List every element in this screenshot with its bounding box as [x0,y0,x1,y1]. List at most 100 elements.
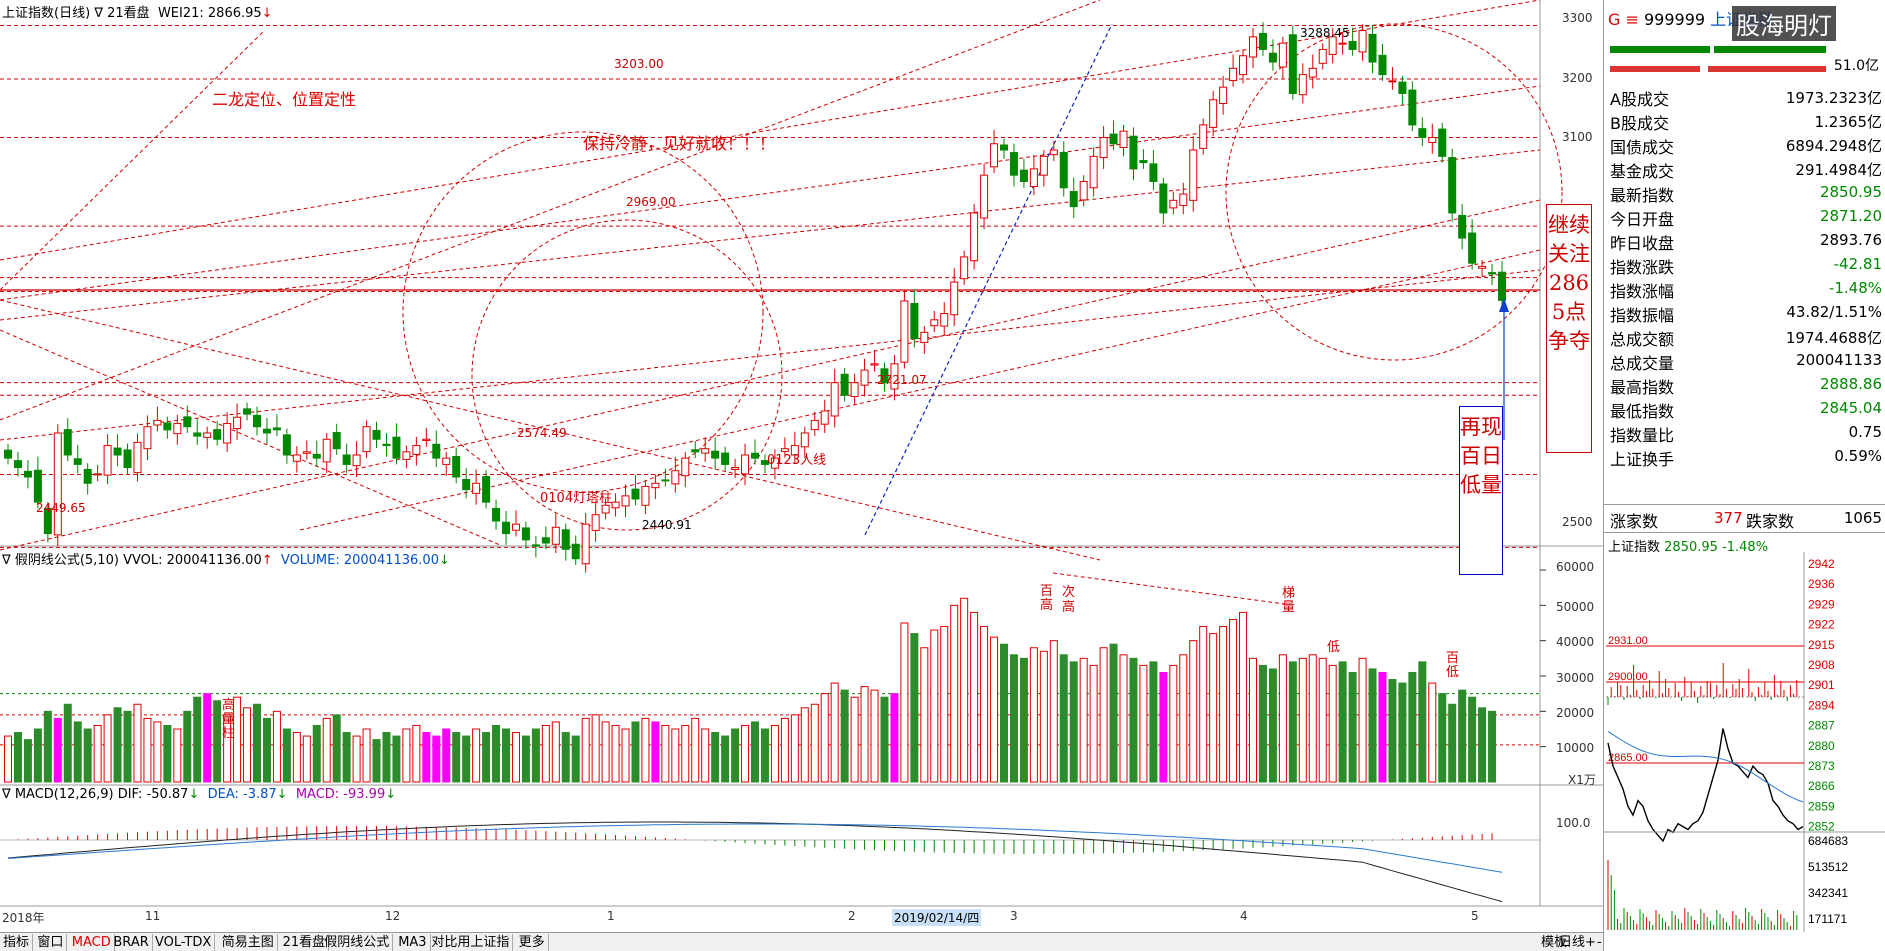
up-count-label: 涨家数 [1610,512,1659,531]
candle-body [213,429,222,440]
quote-row: 指数涨幅 -1.48% [1610,276,1882,301]
volume-bar [780,717,789,783]
candle-body [691,449,700,453]
volume-bar [980,626,989,783]
candle-body [960,256,969,280]
volume-bar [253,703,261,783]
tab-5[interactable]: 简易主图 [219,934,278,951]
quote-label: 指数涨跌 [1610,258,1675,277]
candle-body [1049,149,1058,156]
volume-tick: 60000 [1556,560,1595,574]
volume-bar [93,724,102,783]
candle-body [1169,199,1178,209]
tab-3[interactable]: BRAR [110,934,153,951]
volume-bar [382,732,391,783]
candle-body [711,450,720,459]
tab-2[interactable]: MACD [69,934,115,951]
candle-body [1448,157,1457,214]
volume-bar [392,735,401,783]
right-tab-3[interactable]: - [1594,934,1605,951]
volume-bar [1288,661,1297,783]
candle-body [432,443,441,459]
candle-body [1358,30,1367,53]
candle-body [1119,130,1128,149]
candle-body [322,438,331,463]
volume-bar [302,735,311,783]
mini-volume-tick: 342341 [1808,886,1848,900]
candle-body [1059,152,1068,189]
candle-body [661,479,670,482]
volume-arrow: ↓ [438,553,450,568]
volume-bar [1358,657,1367,783]
candle-body [1000,144,1008,151]
volume-bar [203,693,212,783]
candle-body [492,507,501,522]
tab-9[interactable]: 对比用上证指 [428,934,514,951]
quote-label: 基金成交 [1610,162,1675,181]
quote-row: 指数量比 0.75 [1610,420,1882,445]
g-icon[interactable]: G [1608,10,1620,29]
quote-value: 2850.95 [1819,183,1882,201]
candle-body [1488,272,1497,275]
tab-0[interactable]: 指标 [0,934,34,951]
candle-body [1189,149,1198,201]
volume-tick: 30000 [1556,671,1595,685]
mini-price-tick: 2866 [1808,779,1835,793]
candle-body [223,423,232,444]
price-tick: 3100 [1562,130,1593,144]
candle-body [830,382,839,417]
intraday-mini-chart[interactable]: 2942 2936 2929 2922 2915 2908 2901 2894 2887 2880… [1604,552,1885,932]
candle-body [900,300,909,363]
candle-body [751,452,759,459]
tab-8[interactable]: MA3 [395,934,431,951]
mini-price-tick: 2908 [1808,658,1835,672]
volume-bar [1318,657,1327,783]
price-tick: 2500 [1562,515,1593,529]
tab-4[interactable]: VOL-TDX [152,934,216,951]
quote-row: 国债成交 6894.2948亿 [1610,132,1882,157]
candle-body [33,469,42,503]
quote-label: B股成交 [1610,114,1669,133]
candle-body [292,454,301,462]
dea-arrow: ↓ [276,787,288,802]
menu-icon[interactable]: ≡ [1626,10,1639,29]
breadth-row: 涨家数 377 跌家数 1065 [1610,506,1882,531]
volume-bar [1000,643,1008,783]
quote-row: 总成交量 200041133 [1610,348,1882,373]
tab-7[interactable]: 假阴线公式 [321,934,394,951]
macd-indicator-title[interactable]: ∇ MACD(12,26,9) [2,787,114,802]
tab-1[interactable]: 窗口 [34,934,68,951]
candle-body [103,445,112,476]
date-tick: 2018年 [2,911,45,925]
volume-bar [751,721,759,783]
mini-price-tick: 2887 [1808,719,1835,733]
mini-volume-tick: 684683 [1808,834,1848,848]
volume-bar [760,728,769,783]
divider [1604,504,1885,505]
candle-body [1249,36,1257,58]
up-count: 377 [1714,509,1743,527]
volume-bar [173,728,182,783]
tab-10[interactable]: 更多 [516,934,549,951]
date-tick: 3 [1010,909,1018,923]
candle-body [1308,67,1317,78]
index-code: 999999 [1644,10,1706,29]
candle-body [1029,168,1038,188]
candle-body [1099,136,1108,159]
volume-bar [531,728,540,783]
volume-bar [1049,640,1058,783]
candle-body [920,331,929,343]
candle-body [840,373,849,396]
macd-value: MACD: -93.99 [295,787,386,802]
amount-label: 51.0亿 [1833,58,1879,74]
candle-body [302,451,311,454]
candle-body [681,457,690,477]
volume-indicator-title[interactable]: ∇ 假阴线公式(5,10) [2,553,119,568]
volume-bar [262,717,271,783]
candle-body [392,436,401,459]
candle-body [83,468,92,484]
volume-bar [372,739,381,783]
template-tab[interactable]: ∇ 21看盘 [94,6,149,21]
volume-bar [402,728,411,783]
candle-body [800,432,809,448]
